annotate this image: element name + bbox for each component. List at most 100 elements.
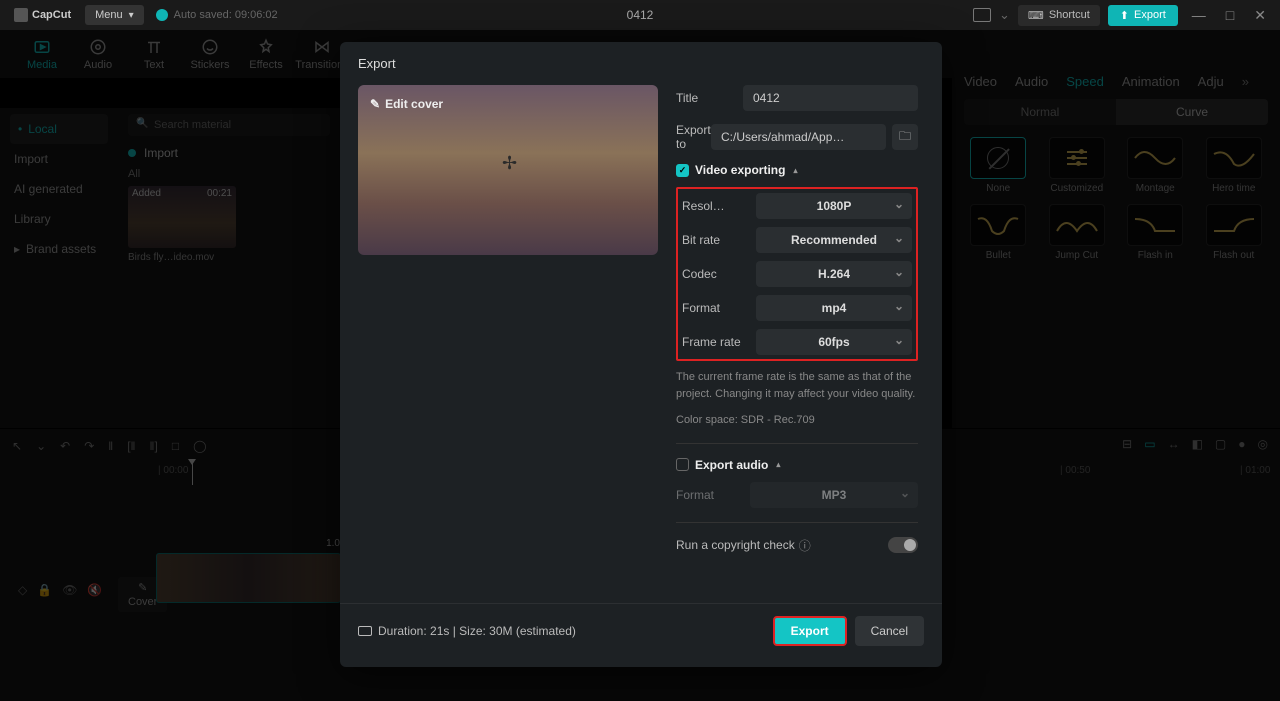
maximize-icon[interactable]: □ — [1220, 7, 1240, 23]
aspect-ratio-icon[interactable] — [973, 8, 991, 22]
mask-icon[interactable]: ◯ — [193, 439, 206, 453]
track-mute-icon[interactable]: 🔇 — [87, 583, 102, 597]
prop-tab-video[interactable]: Video — [964, 74, 997, 89]
tab-stickers-label: Stickers — [190, 59, 229, 71]
cover-preview[interactable]: ✎ Edit cover ✢ — [358, 85, 658, 255]
video-clip[interactable]: 1.0 — [156, 553, 341, 603]
info-icon[interactable]: ⓘ — [799, 537, 811, 554]
export-form: Title Export to 🗀 ✓ Video exporting ▴ — [676, 85, 924, 603]
shortcut-button[interactable]: ⌨ Shortcut — [1018, 5, 1100, 26]
import-row[interactable]: Import — [128, 146, 330, 160]
track-lock2-icon[interactable]: 🔒 — [37, 583, 52, 597]
resolution-select[interactable]: 1080P — [756, 193, 912, 219]
sidebar-local[interactable]: •Local — [10, 114, 108, 144]
tool-dropdown-icon[interactable]: ⌄ — [36, 439, 46, 453]
seg-normal[interactable]: Normal — [964, 99, 1116, 125]
collapse-icon[interactable]: ▴ — [776, 460, 780, 469]
split-right-icon[interactable]: ‖] — [150, 439, 158, 453]
all-label: All — [128, 168, 330, 180]
timeline-track-icons: ◇ 🔒 👁 🔇 — [18, 583, 102, 597]
preset-customized[interactable]: Customized — [1043, 137, 1112, 194]
framerate-select[interactable]: 60fps — [756, 329, 912, 355]
tab-text-label: Text — [144, 59, 164, 71]
preset-none[interactable]: None — [964, 137, 1033, 194]
preset-flashout[interactable]: Flash out — [1200, 204, 1269, 261]
sidebar-library[interactable]: Library — [10, 204, 108, 234]
prop-tabs: Video Audio Speed Animation Adju » — [964, 74, 1268, 89]
topbar-dropdown-icon[interactable]: ⌄ — [999, 7, 1010, 23]
prop-tab-audio[interactable]: Audio — [1015, 74, 1048, 89]
tl-tool-6-icon[interactable]: ● — [1238, 437, 1245, 451]
prop-tab-speed[interactable]: Speed — [1066, 74, 1104, 89]
copyright-toggle[interactable] — [888, 537, 918, 553]
tab-text[interactable]: Text — [126, 38, 182, 71]
format-row: Format mp4 — [682, 295, 912, 321]
seg-curve[interactable]: Curve — [1116, 99, 1268, 125]
export-path-input[interactable] — [711, 124, 886, 150]
tl-tool-1-icon[interactable]: ⊟ — [1122, 437, 1132, 451]
crop-icon[interactable]: □ — [172, 439, 179, 453]
preset-flashin[interactable]: Flash in — [1121, 204, 1190, 261]
collapse-icon[interactable]: ▴ — [793, 166, 797, 175]
folder-icon: 🗀 — [899, 127, 911, 148]
export-audio-checkbox[interactable] — [676, 458, 689, 471]
media-icon — [33, 38, 51, 56]
video-export-checkbox[interactable]: ✓ — [676, 164, 689, 177]
tl-tool-2-icon[interactable]: ▭ — [1144, 437, 1155, 451]
tab-stickers[interactable]: Stickers — [182, 38, 238, 71]
tl-record-icon[interactable]: ◎ — [1258, 437, 1268, 451]
search-input[interactable] — [128, 114, 330, 136]
properties-panel: Video Audio Speed Animation Adju » Norma… — [952, 66, 1280, 428]
preset-hero[interactable]: Hero time — [1200, 137, 1269, 194]
highlighted-options: Resol… 1080P Bit rate Recommended Codec … — [676, 187, 918, 361]
sidebar-brand[interactable]: ▸Brand assets — [10, 234, 108, 264]
export-audio-section[interactable]: Export audio ▴ — [676, 458, 918, 472]
redo-icon[interactable]: ↷ — [84, 439, 94, 453]
effects-icon — [257, 38, 275, 56]
prop-tab-animation[interactable]: Animation — [1122, 74, 1180, 89]
tab-audio[interactable]: Audio — [70, 38, 126, 71]
prop-tab-adjust[interactable]: Adju — [1198, 74, 1224, 89]
undo-icon[interactable]: ↶ — [60, 439, 70, 453]
minimize-icon[interactable]: — — [1186, 7, 1212, 23]
track-lock-icon[interactable]: ◇ — [18, 583, 27, 597]
preset-label: Customized — [1050, 183, 1103, 194]
tl-tool-3-icon[interactable]: ↔ — [1168, 437, 1180, 451]
title-input[interactable] — [743, 85, 918, 111]
split-left-icon[interactable]: [‖ — [127, 439, 135, 453]
tab-media[interactable]: Media — [14, 38, 70, 71]
wave-icon — [1212, 211, 1256, 239]
preset-bullet[interactable]: Bullet — [964, 204, 1033, 261]
copyright-row: Run a copyright check ⓘ — [676, 537, 918, 554]
preset-none-label: None — [986, 183, 1010, 194]
export-button[interactable]: Export — [773, 616, 847, 646]
tab-effects[interactable]: Effects — [238, 38, 294, 71]
media-thumbnail[interactable]: Added 00:21 — [128, 186, 236, 248]
sidebar-import[interactable]: Import — [10, 144, 108, 174]
bitrate-select[interactable]: Recommended — [756, 227, 912, 253]
autosave-text: Auto saved: 09:06:02 — [174, 9, 278, 21]
split-icon[interactable]: ‖ — [108, 439, 113, 453]
tl-tool-4-icon[interactable]: ◧ — [1192, 437, 1203, 451]
sidebar-ai[interactable]: AI generated — [10, 174, 108, 204]
pointer-tool-icon[interactable]: ↖ — [12, 439, 22, 453]
menu-button[interactable]: Menu — [85, 5, 144, 25]
close-icon[interactable]: ✕ — [1248, 7, 1272, 24]
framerate-label: Frame rate — [682, 335, 756, 349]
browse-folder-button[interactable]: 🗀 — [892, 124, 918, 150]
edit-cover-button[interactable]: ✎ Edit cover — [370, 97, 443, 111]
tl-tool-5-icon[interactable]: ▢ — [1215, 437, 1226, 451]
cover-button[interactable]: ✎ Cover — [118, 577, 167, 612]
track-visible-icon[interactable]: 👁 — [62, 583, 77, 597]
prop-tabs-more-icon[interactable]: » — [1242, 74, 1249, 89]
video-export-section[interactable]: ✓ Video exporting ▴ — [676, 163, 918, 177]
preset-montage[interactable]: Montage — [1121, 137, 1190, 194]
export-top-button[interactable]: ⬆ Export — [1108, 5, 1178, 26]
cancel-button[interactable]: Cancel — [855, 616, 924, 646]
wave-icon — [1212, 144, 1256, 172]
format-select[interactable]: mp4 — [756, 295, 912, 321]
preset-label: Jump Cut — [1055, 250, 1098, 261]
playhead[interactable] — [192, 463, 193, 485]
codec-select[interactable]: H.264 — [756, 261, 912, 287]
preset-jumpcut[interactable]: Jump Cut — [1043, 204, 1112, 261]
